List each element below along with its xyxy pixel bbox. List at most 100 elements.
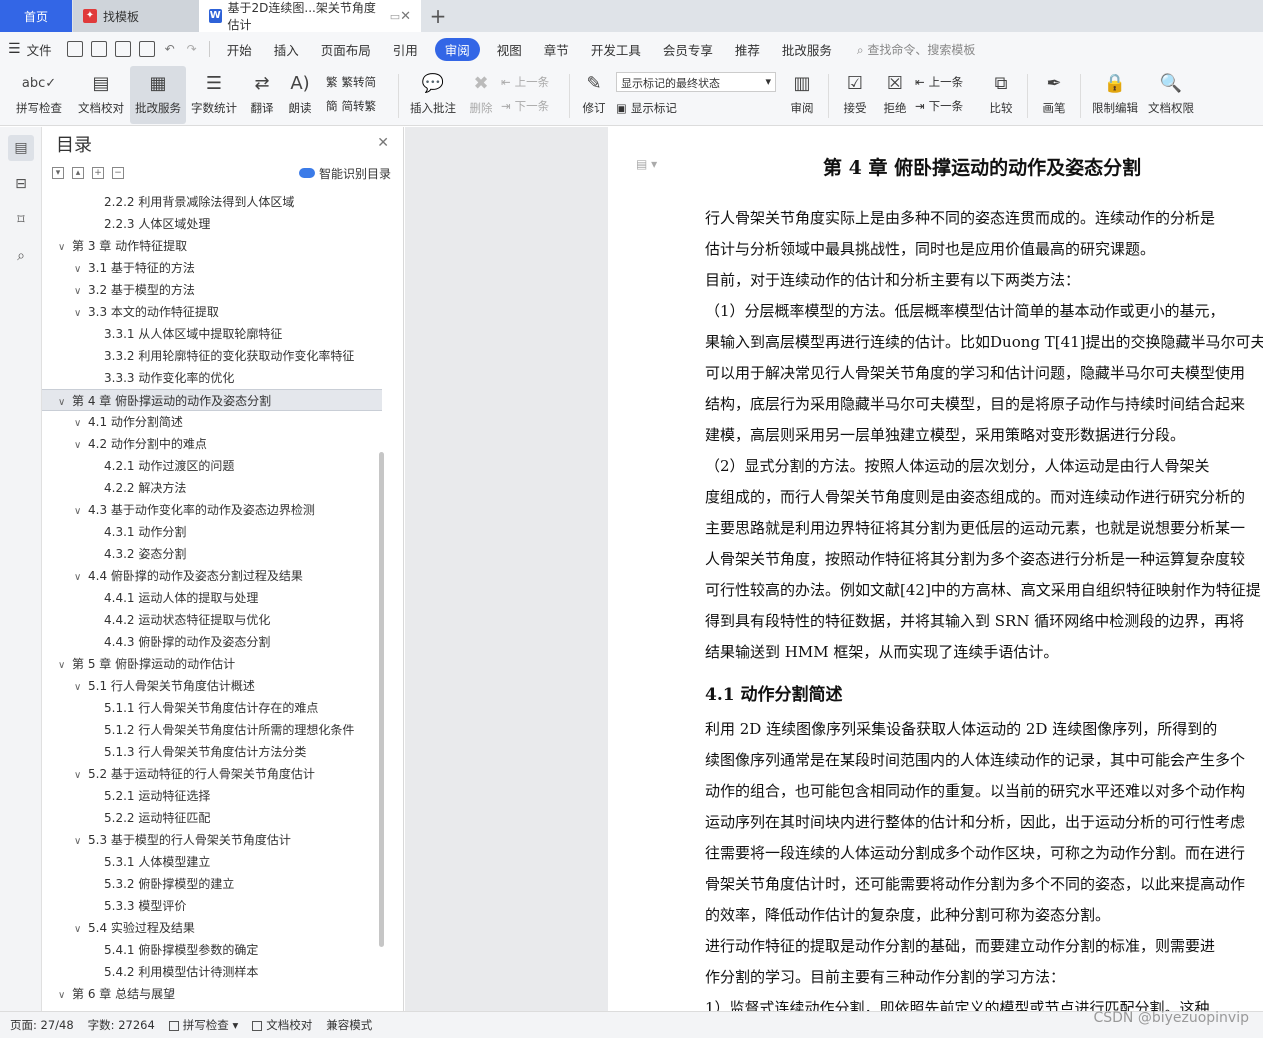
- chevron-down-icon[interactable]: ∨: [74, 303, 88, 323]
- toc-item[interactable]: ∨ 4.3 基于动作变化率的动作及姿态边界检测: [42, 499, 382, 521]
- compare-button[interactable]: ⧉ 比较: [981, 66, 1021, 124]
- restrict-edit-button[interactable]: 🔒 限制编辑: [1087, 66, 1143, 124]
- menu-reference[interactable]: 引用: [393, 40, 418, 59]
- toc-item[interactable]: 5.4.1 俯卧撑模型参数的确定: [42, 939, 382, 961]
- proofread-toggle[interactable]: 文档校对: [252, 1017, 312, 1033]
- toc-item[interactable]: 5.1.1 行人骨架关节角度估计存在的难点: [42, 697, 382, 719]
- menu-chapter[interactable]: 章节: [544, 40, 569, 59]
- search-panel-icon[interactable]: ⌕: [8, 243, 34, 269]
- toc-item[interactable]: ∨ 4.4 俯卧撑的动作及姿态分割过程及结果: [42, 565, 382, 587]
- correction-service-button[interactable]: ▦ 批改服务: [130, 66, 186, 124]
- toc-item[interactable]: 4.3.1 动作分割: [42, 521, 382, 543]
- reject-button[interactable]: ☒ 拒绝: [875, 66, 915, 124]
- doc-outline-icon[interactable]: ▤ ▾: [636, 157, 657, 171]
- toc-item[interactable]: 3.3.2 利用轮廓特征的变化获取动作变化率特征: [42, 345, 382, 367]
- toc-item[interactable]: ∨ 5.4 实验过程及结果: [42, 917, 382, 939]
- prev-comment-button[interactable]: ⇤ 上一条: [501, 74, 563, 90]
- menu-start[interactable]: 开始: [227, 40, 252, 59]
- toc-item[interactable]: 4.4.3 俯卧撑的动作及姿态分割: [42, 631, 382, 653]
- doc-permission-button[interactable]: 🔍 文档权限: [1143, 66, 1199, 124]
- chevron-down-icon[interactable]: ∨: [58, 392, 72, 410]
- translate-button[interactable]: ⇄ 翻译: [242, 66, 282, 124]
- markup-display-select[interactable]: 显示标记的最终状态 ▾: [616, 72, 776, 92]
- pen-button[interactable]: ✒ 画笔: [1034, 66, 1074, 124]
- toc-item[interactable]: 3.3.3 动作变化率的优化: [42, 367, 382, 389]
- menu-review[interactable]: 审阅: [434, 37, 480, 61]
- read-aloud-button[interactable]: A) 朗读: [282, 66, 318, 124]
- toc-item[interactable]: ∨ 第 4 章 俯卧撑运动的动作及姿态分割: [42, 389, 382, 411]
- toc-item[interactable]: 4.2.2 解决方法: [42, 477, 382, 499]
- toc-item[interactable]: 5.2.1 运动特征选择: [42, 785, 382, 807]
- toc-item[interactable]: 4.2.1 动作过渡区的问题: [42, 455, 382, 477]
- toc-item[interactable]: 5.3.3 模型评价: [42, 895, 382, 917]
- document-page[interactable]: ▤ ▾ 第 4 章 俯卧撑运动的动作及姿态分割 行人骨架关节角度实际上是由多种不…: [608, 127, 1263, 1011]
- chevron-down-icon[interactable]: ∨: [74, 435, 88, 455]
- toc-item[interactable]: 4.4.2 运动状态特征提取与优化: [42, 609, 382, 631]
- toc-item[interactable]: 4.4.1 运动人体的提取与处理: [42, 587, 382, 609]
- chevron-down-icon[interactable]: ∨: [58, 655, 72, 675]
- proofread-button[interactable]: ▤ 文档校对: [72, 66, 130, 124]
- toc-item[interactable]: 3.3.1 从人体区域中提取轮廓特征: [42, 323, 382, 345]
- trad-to-simp-button[interactable]: 繁繁转简: [326, 74, 392, 90]
- toc-item[interactable]: 2.2.2 利用背景减除法得到人体区域: [42, 191, 382, 213]
- screen-icon[interactable]: ▭: [390, 10, 400, 23]
- word-count-button[interactable]: ☰ 字数统计: [186, 66, 242, 124]
- chevron-down-icon[interactable]: ∨: [74, 567, 88, 587]
- chevron-down-icon[interactable]: ∨: [58, 237, 72, 257]
- command-search[interactable]: ⌕ 查找命令、搜索模板: [857, 41, 976, 58]
- menu-member[interactable]: 会员专享: [663, 40, 713, 59]
- collapse-down-icon[interactable]: ▾: [52, 167, 64, 179]
- chevron-down-icon[interactable]: ∨: [74, 765, 88, 785]
- toc-item[interactable]: ∨ 4.2 动作分割中的难点: [42, 433, 382, 455]
- toc-item[interactable]: ∨ 5.3 基于模型的行人骨架关节角度估计: [42, 829, 382, 851]
- redo-icon[interactable]: ↷: [187, 42, 197, 56]
- toc-item[interactable]: ∨ 3.2 基于模型的方法: [42, 279, 382, 301]
- hamburger-icon[interactable]: ☰: [8, 41, 21, 57]
- prev-change-button[interactable]: ⇤ 上一条: [915, 74, 981, 90]
- bookmark-icon[interactable]: ⌑: [8, 207, 34, 233]
- page-indicator[interactable]: 页面: 27/48: [10, 1017, 74, 1033]
- show-markup-button[interactable]: ▣ 显示标记: [616, 100, 782, 116]
- simp-to-trad-button[interactable]: 簡简转繁: [326, 98, 392, 114]
- toc-item[interactable]: ∨ 5.2 基于运动特征的行人骨架关节角度估计: [42, 763, 382, 785]
- next-comment-button[interactable]: ⇥ 下一条: [501, 98, 563, 114]
- print-preview-icon[interactable]: [138, 41, 155, 57]
- expand-icon[interactable]: +: [92, 167, 104, 179]
- chevron-down-icon[interactable]: ∨: [74, 919, 88, 939]
- delete-comment-button[interactable]: ✖ 删除: [461, 66, 501, 124]
- toc-item[interactable]: 5.3.1 人体模型建立: [42, 851, 382, 873]
- toc-item[interactable]: ∨ 第 5 章 俯卧撑运动的动作估计: [42, 653, 382, 675]
- close-tab-icon[interactable]: ✕: [400, 9, 411, 24]
- toc-item[interactable]: ∨ 4.1 动作分割简述: [42, 411, 382, 433]
- tab-home[interactable]: 首页: [0, 0, 72, 32]
- spell-check-toggle[interactable]: 拼写检查 ▾: [168, 1017, 238, 1033]
- print-icon[interactable]: [114, 41, 131, 57]
- toc-item[interactable]: 5.1.3 行人骨架关节角度估计方法分类: [42, 741, 382, 763]
- toc-item[interactable]: 5.3.2 俯卧撑模型的建立: [42, 873, 382, 895]
- spell-check-button[interactable]: abc✓ 拼写检查: [6, 66, 72, 124]
- menu-insert[interactable]: 插入: [274, 40, 299, 59]
- save-icon[interactable]: [66, 41, 83, 57]
- smart-toc-button[interactable]: 智能识别目录: [298, 165, 391, 182]
- menu-recommend[interactable]: 推荐: [735, 40, 760, 59]
- menu-correction[interactable]: 批改服务: [782, 40, 832, 59]
- undo-icon[interactable]: ↶: [165, 42, 175, 56]
- toc-item[interactable]: 4.3.2 姿态分割: [42, 543, 382, 565]
- next-change-button[interactable]: ⇥ 下一条: [915, 98, 981, 114]
- toc-item[interactable]: ∨ 5.1 行人骨架关节角度估计概述: [42, 675, 382, 697]
- toc-item[interactable]: ∨ 3.3 本文的动作特征提取: [42, 301, 382, 323]
- insert-comment-button[interactable]: 💬 插入批注: [405, 66, 461, 124]
- toc-item[interactable]: 5.1.2 行人骨架关节角度估计所需的理想化条件: [42, 719, 382, 741]
- chapter-icon[interactable]: ⊟: [8, 171, 34, 197]
- menu-view[interactable]: 视图: [497, 40, 522, 59]
- chevron-down-icon[interactable]: ∨: [74, 501, 88, 521]
- review-pane-button[interactable]: ▥ 审阅: [782, 66, 822, 124]
- track-changes-button[interactable]: ✎ 修订: [576, 66, 612, 124]
- toc-item[interactable]: 2.2.3 人体区域处理: [42, 213, 382, 235]
- chevron-down-icon[interactable]: ∨: [74, 677, 88, 697]
- chevron-down-icon[interactable]: ∨: [74, 831, 88, 851]
- chevron-down-icon[interactable]: ∨: [58, 985, 72, 1005]
- collapse-icon[interactable]: −: [112, 167, 124, 179]
- toc-item[interactable]: 5.2.2 运动特征匹配: [42, 807, 382, 829]
- chevron-down-icon[interactable]: ∨: [74, 259, 88, 279]
